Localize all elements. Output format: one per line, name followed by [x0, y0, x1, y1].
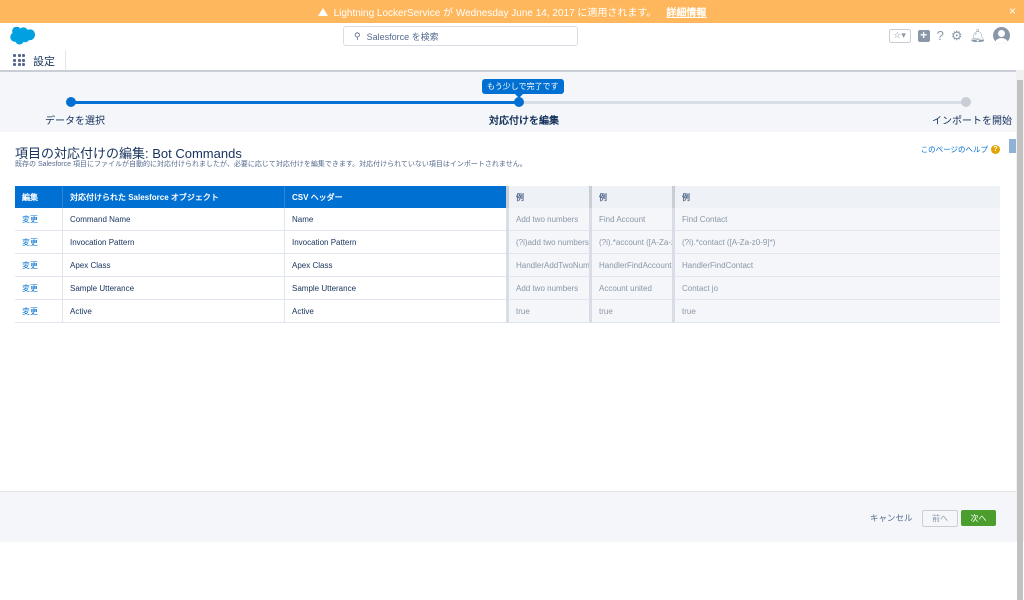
table-row: 変更 Invocation Pattern Invocation Pattern…: [15, 230, 1000, 254]
banner-text: Lightning LockerService が Wednesday June…: [333, 8, 657, 19]
bell-icon[interactable]: 🔔︎: [969, 28, 986, 44]
example-cell: true: [589, 299, 674, 323]
side-panel-tab[interactable]: [1009, 139, 1016, 153]
cancel-button[interactable]: キャンセル: [870, 512, 913, 524]
col-header-object: 対応付けられた Salesforce オブジェクト: [62, 186, 285, 208]
example-cell: Add two numbers: [506, 276, 591, 300]
csv-header-cell: Active: [284, 299, 508, 323]
warning-banner: Lightning LockerService が Wednesday June…: [0, 0, 1024, 23]
table-row: 変更 Apex Class Apex Class HandlerAddTwoNu…: [15, 253, 1000, 277]
wizard-progress: もう少しで完了です データを選択 対応付けを編集 インポートを開始: [0, 72, 1016, 132]
example-cell: (?i).*contact ([A-Za-z0-9]*): [672, 230, 1000, 254]
app-nav-bar: 設定: [0, 50, 1024, 72]
example-cell: Add two numbers: [506, 208, 591, 231]
help-link-label[interactable]: このページのヘルプ: [921, 144, 988, 155]
table-row: 変更 Active Active true true true: [15, 299, 1000, 323]
nav-divider: [65, 50, 66, 70]
example-cell: Contact jo: [672, 276, 1000, 300]
step-label-edit-mapping: 対応付けを編集: [489, 116, 559, 127]
example-cell: true: [506, 299, 591, 323]
app-title: 設定: [33, 56, 55, 68]
example-cell: HandlerFindAccount: [589, 253, 674, 277]
avatar[interactable]: [993, 27, 1010, 44]
page-description: 既存の Salesforce 項目にファイルが自動的に対応付けられましたが、必要…: [15, 161, 527, 168]
page-scrollbar[interactable]: [1016, 70, 1024, 600]
step-dot-select-data: [66, 97, 76, 107]
example-cell: Find Contact: [672, 208, 1000, 231]
previous-button[interactable]: 前へ: [922, 510, 958, 527]
csv-header-cell: Name: [284, 208, 508, 231]
example-cell: true: [672, 299, 1000, 323]
help-icon[interactable]: ?: [937, 28, 944, 43]
example-cell: Find Account: [589, 208, 674, 231]
progress-tooltip: もう少しで完了です: [482, 79, 564, 98]
col-header-example-1: 例: [506, 186, 591, 208]
example-cell: HandlerFindContact: [672, 253, 1000, 277]
example-cell: Account united: [589, 276, 674, 300]
global-search-input[interactable]: ⚲ Salesforce を検索: [343, 26, 578, 46]
search-placeholder: Salesforce を検索: [366, 31, 439, 42]
example-cell: HandlerAddTwoNumb: [506, 253, 591, 277]
search-icon: ⚲: [354, 30, 361, 41]
csv-header-cell: Apex Class: [284, 253, 508, 277]
example-cell: (?i)add two numbers: [506, 230, 591, 254]
object-field-cell: Apex Class: [62, 253, 285, 277]
col-header-csv: CSV ヘッダー: [284, 186, 508, 208]
object-field-cell: Invocation Pattern: [62, 230, 285, 254]
change-link[interactable]: 変更: [15, 253, 63, 277]
gear-icon[interactable]: ⚙: [951, 28, 963, 44]
help-question-icon: ?: [991, 145, 1000, 154]
object-field-cell: Active: [62, 299, 285, 323]
help-link[interactable]: このページのヘルプ ?: [921, 144, 1000, 155]
change-link[interactable]: 変更: [15, 230, 63, 254]
warning-icon: [317, 7, 328, 16]
step-dot-start-import: [961, 97, 971, 107]
salesforce-logo[interactable]: [9, 27, 35, 45]
csv-header-cell: Sample Utterance: [284, 276, 508, 300]
csv-header-cell: Invocation Pattern: [284, 230, 508, 254]
app-launcher-icon[interactable]: [13, 54, 25, 66]
favorites-star-icon[interactable]: ☆▾: [888, 28, 911, 43]
col-header-example-2: 例: [589, 186, 674, 208]
global-actions-plus-icon[interactable]: +: [917, 29, 930, 42]
object-field-cell: Sample Utterance: [62, 276, 285, 300]
progress-track-complete: [71, 101, 519, 104]
global-header: ⚲ Salesforce を検索 ☆▾ + ? ⚙ 🔔︎: [0, 23, 1024, 51]
wizard-footer: キャンセル 前へ 次へ: [0, 491, 1016, 542]
change-link[interactable]: 変更: [15, 208, 63, 231]
table-row: 変更 Sample Utterance Sample Utterance Add…: [15, 276, 1000, 300]
table-row: 変更 Command Name Name Add two numbers Fin…: [15, 208, 1000, 231]
progress-track-remaining: [519, 101, 966, 104]
example-cell: (?i).*account ([A-Za-z0: [589, 230, 674, 254]
step-label-start-import: インポートを開始: [932, 116, 1012, 127]
col-header-edit: 編集: [15, 186, 63, 208]
object-field-cell: Command Name: [62, 208, 285, 231]
step-dot-edit-mapping: [514, 97, 524, 107]
banner-details-link[interactable]: 詳細情報: [666, 4, 706, 19]
mapping-table: 編集 対応付けられた Salesforce オブジェクト CSV ヘッダー 例 …: [15, 186, 1000, 323]
change-link[interactable]: 変更: [15, 299, 63, 323]
col-header-example-3: 例: [672, 186, 1000, 208]
step-label-select-data: データを選択: [45, 116, 105, 127]
next-button[interactable]: 次へ: [961, 510, 996, 526]
change-link[interactable]: 変更: [15, 276, 63, 300]
close-icon[interactable]: ×: [1009, 4, 1016, 18]
